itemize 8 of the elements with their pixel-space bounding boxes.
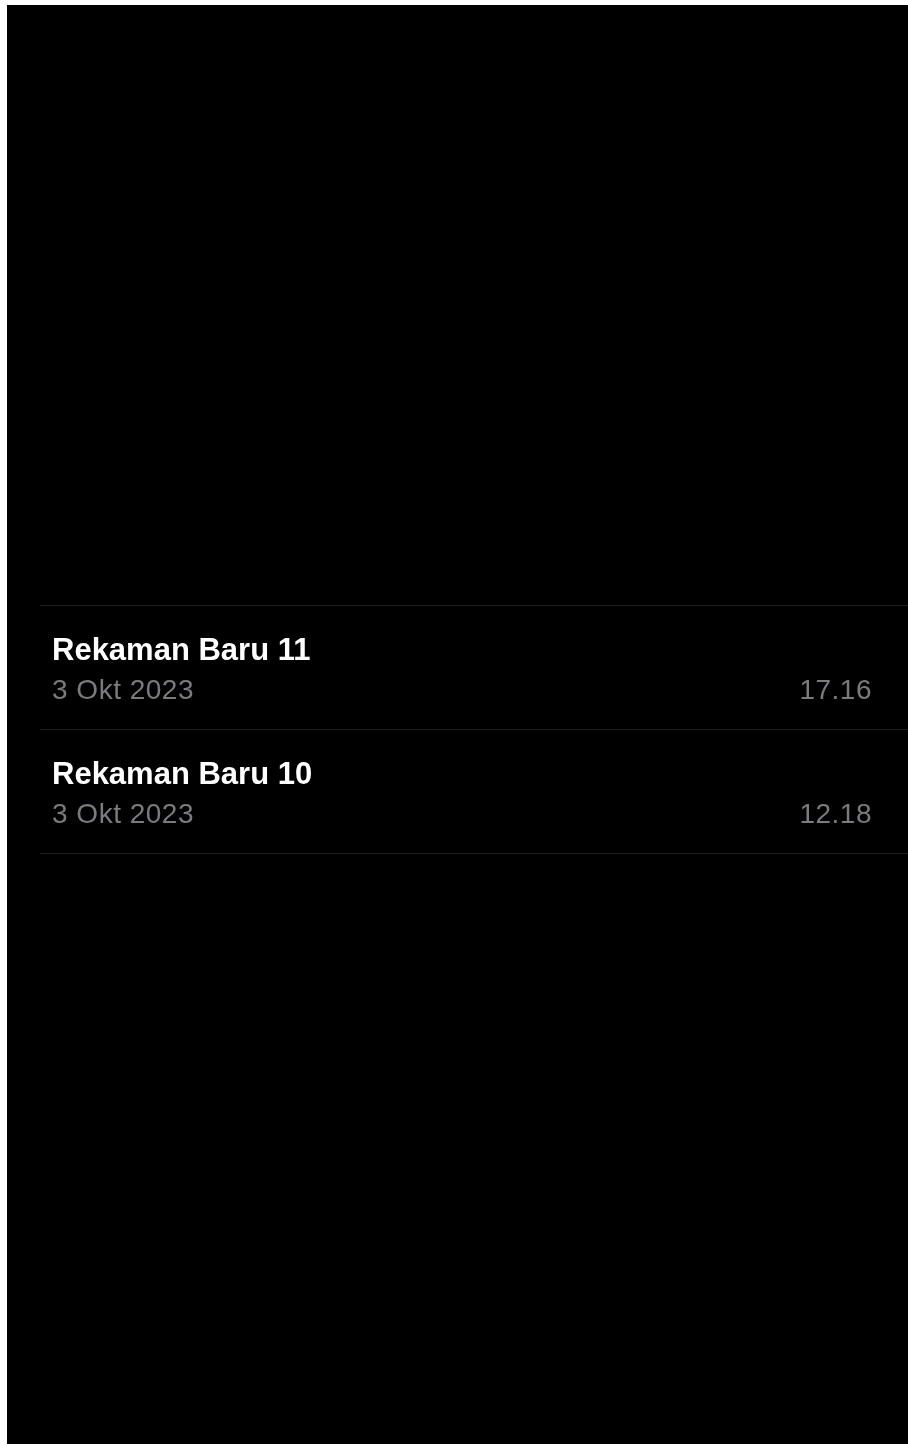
recording-duration: 17.16 bbox=[799, 674, 872, 706]
recording-date: 3 Okt 2023 bbox=[52, 798, 194, 830]
recording-date: 3 Okt 2023 bbox=[52, 674, 194, 706]
recording-title: Rekaman Baru 11 bbox=[52, 632, 312, 668]
recording-duration: 12.18 bbox=[799, 798, 872, 830]
recording-item[interactable]: Rekaman Baru 10 3 Okt 2023 12.18 bbox=[40, 729, 908, 853]
recording-item[interactable]: Rekaman Baru 11 3 Okt 2023 17.16 bbox=[40, 605, 908, 729]
recording-title: Rekaman Baru 10 bbox=[52, 756, 314, 792]
